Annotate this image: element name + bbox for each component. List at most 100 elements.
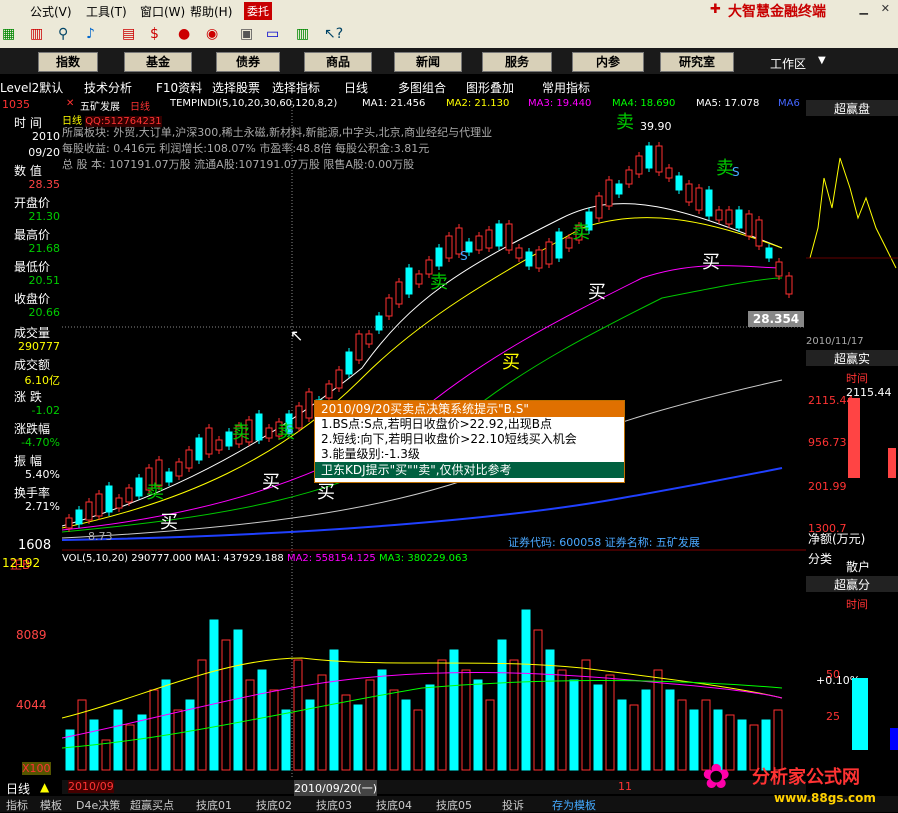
binocular-icon[interactable]: ⚲ [58, 26, 68, 42]
select-indicator[interactable]: 选择指标 [272, 79, 320, 96]
right-date: 2010/11/17 [806, 336, 864, 347]
help-cursor-icon[interactable]: ↖? [324, 26, 343, 42]
info-value: 21.30 [28, 210, 61, 223]
circle-icon[interactable]: ● [178, 26, 190, 42]
candle-body [595, 195, 603, 219]
candle-body [775, 261, 783, 277]
s-marker: S [460, 249, 468, 263]
chart-icon[interactable]: ▤ [122, 26, 135, 42]
tab-indicator[interactable]: 指标 [6, 797, 28, 813]
menu-tools[interactable]: 工具(T) [86, 3, 127, 20]
info-value: -1.02 [31, 404, 60, 417]
menu-help[interactable]: 帮助(H) [190, 3, 232, 20]
vol-axis-mid: 8089 [16, 628, 47, 642]
candle-body [445, 235, 453, 259]
tab-d4e[interactable]: D4e决策 [76, 797, 120, 813]
tab-complaint[interactable]: 投诉 [502, 797, 524, 813]
nav-bond[interactable]: 债券 [216, 52, 280, 72]
info-value: 20.66 [28, 306, 61, 319]
volume-bar [173, 709, 183, 771]
volume-bar [245, 679, 255, 771]
right-title-1: 超赢盘 [806, 100, 898, 116]
tab-buy-point[interactable]: 超赢买点 [130, 797, 174, 813]
chevron-down-icon[interactable]: ▼ [818, 55, 826, 66]
level2-default[interactable]: Level2默认 [0, 79, 63, 96]
menu-formula[interactable]: 公式(V) [30, 3, 72, 20]
close-icon[interactable]: ✕ [881, 2, 890, 15]
minimize-icon[interactable]: ▁ [860, 2, 868, 15]
info-label: 最高价 [14, 228, 51, 242]
candle-body [545, 241, 553, 265]
candle-body [785, 275, 793, 295]
info-label: 最低价 [14, 260, 51, 274]
menu-window[interactable]: 窗口(W) [140, 3, 185, 20]
right-v2: 956.73 [808, 436, 847, 449]
books-icon[interactable]: ▥ [296, 26, 309, 42]
common-indicators[interactable]: 常用指标 [542, 79, 590, 96]
trade-button[interactable]: 委托 [244, 2, 272, 20]
bs-signal-popup[interactable]: 2010/09/20买卖点决策系统提示"B.S" 1.BS点:S点,若明日收盘价… [314, 400, 625, 483]
sector-line: 所属板块: 外贸,大订单,沪深300,稀土永磁,新材料,新能源,中字头,北京,商… [62, 126, 493, 139]
select-stock[interactable]: 选择股票 [212, 79, 260, 96]
info-label: 成交量 [14, 326, 51, 340]
volume-bar [197, 659, 207, 771]
tab-bottom-05[interactable]: 技底05 [436, 797, 472, 813]
dots-icon[interactable]: ▦ [2, 26, 15, 42]
close-x-icon[interactable]: ✕ [66, 98, 74, 109]
nav-insider[interactable]: 内参 [572, 52, 644, 72]
signal-label: 买 [702, 252, 720, 273]
volume-bar [569, 679, 579, 771]
candle-body [725, 209, 733, 225]
nav-index[interactable]: 指数 [38, 52, 98, 72]
window-icon[interactable]: ▭ [266, 26, 279, 42]
tab-bottom-03[interactable]: 技底03 [316, 797, 352, 813]
high-price-label: 39.90 [640, 120, 672, 133]
right-bar-3 [852, 678, 868, 750]
popup-footer: 卫东KDJ提示"买""卖",仅供对比参考 [315, 462, 624, 478]
volume-bar [605, 674, 615, 771]
tab-bottom-02[interactable]: 技底02 [256, 797, 292, 813]
globe-icon[interactable]: ◉ [206, 26, 218, 42]
nav-service[interactable]: 服务 [482, 52, 552, 72]
candle-body [515, 247, 523, 259]
volume-bar [689, 709, 699, 771]
candle-body [125, 487, 133, 503]
watermark: ✿ 分析家公式网 www.88gs.com [700, 755, 898, 812]
volume-bar [413, 709, 423, 771]
volume-bar [377, 669, 387, 771]
tab-save-template[interactable]: 存为模板 [552, 797, 596, 813]
candle-body [255, 413, 263, 441]
volume-bar [425, 684, 435, 771]
sound-icon[interactable]: ♪ [86, 26, 95, 42]
candle-body [435, 247, 443, 267]
candle-body [295, 405, 303, 429]
info-label: 数 值 [14, 164, 42, 178]
nav-commodity[interactable]: 商品 [304, 52, 372, 72]
nav-news[interactable]: 新闻 [394, 52, 462, 72]
signal-label: 卖 [146, 482, 164, 503]
volume-bar [449, 649, 459, 771]
technical-analysis[interactable]: 技术分析 [84, 79, 132, 96]
bars-icon[interactable]: ▥ [30, 26, 43, 42]
multi-chart[interactable]: 多图组合 [398, 79, 446, 96]
brand-icon: ✚ [710, 2, 721, 17]
nav-research[interactable]: 研究室 [660, 52, 734, 72]
overlay-chart[interactable]: 图形叠加 [466, 79, 514, 96]
time-label: 时 间 [14, 116, 42, 130]
candle-body [135, 477, 143, 497]
copy-icon[interactable]: ▣ [240, 26, 253, 42]
candle-body [395, 281, 403, 305]
tab-bottom-01[interactable]: 技底01 [196, 797, 232, 813]
nav-fund[interactable]: 基金 [124, 52, 192, 72]
indicator-name: TEMPINDI(5,10,20,30,60,120,8,2) [170, 98, 338, 109]
workspace-label[interactable]: 工作区 [770, 55, 806, 72]
f10-info[interactable]: F10资料 [156, 79, 202, 96]
popup-line-2: 2.短线:向下,若明日收盘价>22.10短线买入机会 [321, 432, 577, 446]
period-tab[interactable]: 日线 [6, 780, 30, 797]
flower-logo-icon: ✿ [702, 757, 731, 797]
signal-label: 卖 [430, 272, 448, 293]
tab-bottom-04[interactable]: 技底04 [376, 797, 412, 813]
daily-line[interactable]: 日线 [344, 79, 368, 96]
tab-template[interactable]: 模板 [40, 797, 62, 813]
money-icon[interactable]: $ [150, 26, 159, 42]
